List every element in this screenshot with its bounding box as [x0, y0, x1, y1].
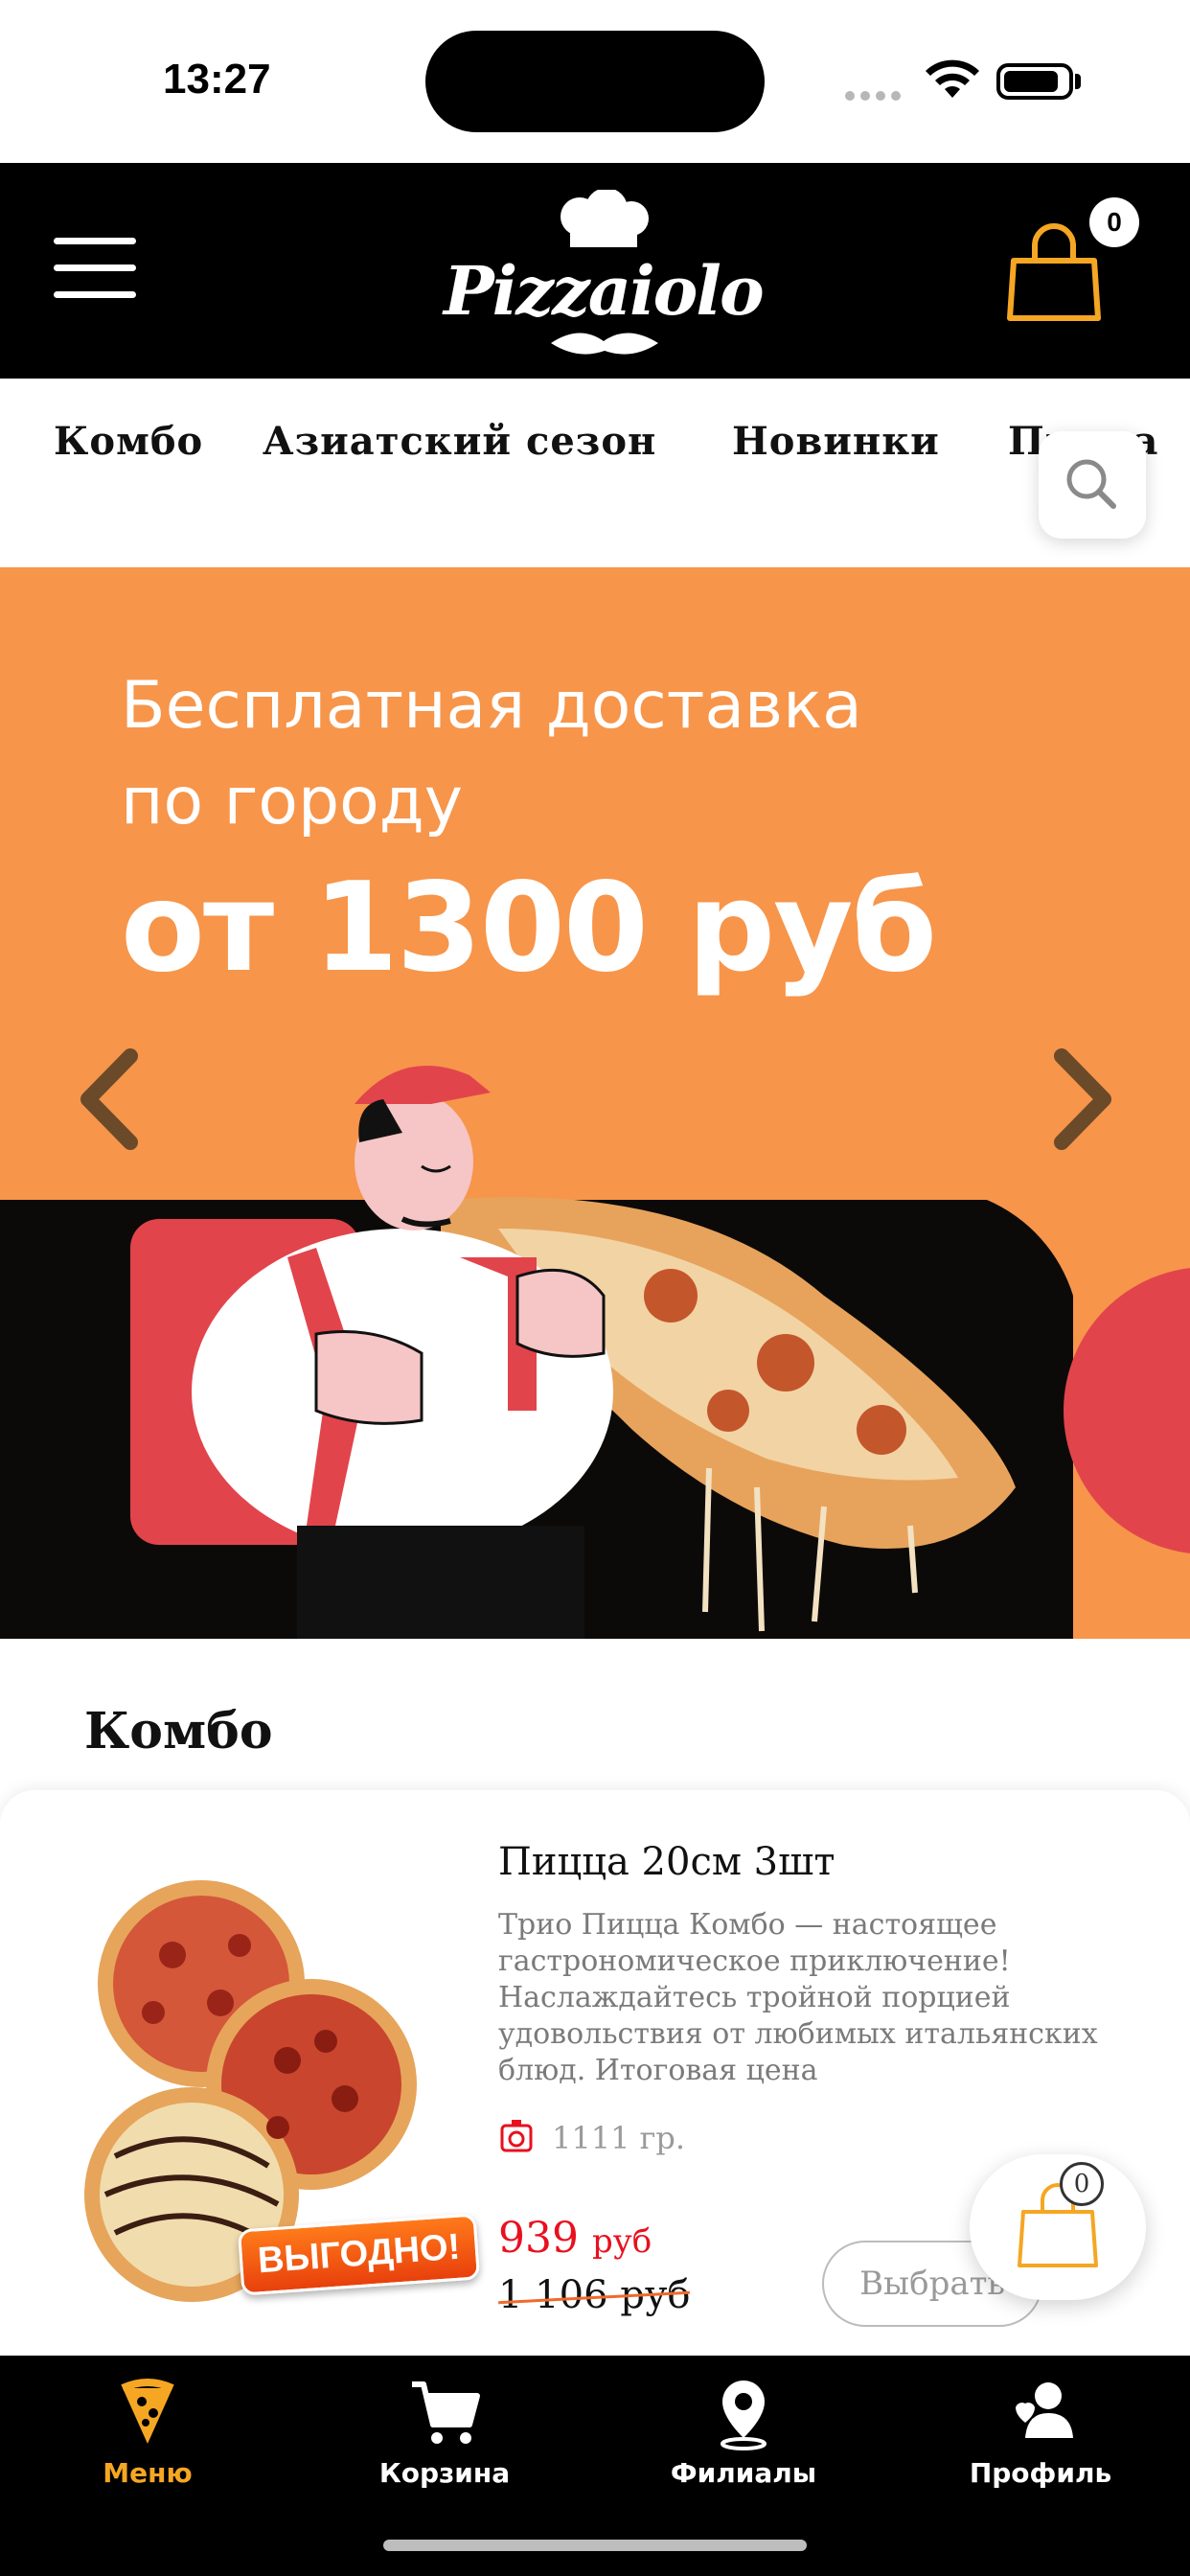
- tab-branches[interactable]: Филиалы: [629, 2375, 858, 2509]
- product-weight: 1111 гр.: [552, 2120, 686, 2156]
- tab-label: Филиалы: [670, 2457, 817, 2489]
- cart-icon: [1018, 2183, 1098, 2267]
- product-description: Трио Пицца Комбо — настоящее гастрономич…: [498, 1908, 1098, 2087]
- product-title[interactable]: Пицца 20см 3шт: [498, 1840, 835, 1884]
- cart-icon[interactable]: [1004, 218, 1104, 326]
- search-button[interactable]: [1039, 431, 1146, 539]
- banner-subline: по городу: [121, 764, 464, 840]
- product-old-price: 1 106 руб: [498, 2273, 691, 2317]
- banner-headline: Бесплатная доставка: [121, 668, 862, 744]
- banner-price: от 1300 руб: [121, 857, 937, 1000]
- logo-text: Pizzaiolo: [444, 251, 765, 331]
- tab-menu[interactable]: Меню: [33, 2375, 263, 2509]
- tab-label: Корзина: [378, 2457, 511, 2489]
- app-header: Pizzaiolo 0: [0, 163, 1190, 379]
- pizzaiolo-logo[interactable]: Pizzaiolo: [436, 188, 765, 362]
- menu-icon[interactable]: [54, 238, 136, 299]
- status-time: 13:27: [163, 56, 271, 103]
- floating-cart-count: 0: [1060, 2162, 1104, 2206]
- category-tabs: Комбо Азиатский сезон Новинки Пицца: [0, 379, 1190, 503]
- location-pin-icon: [721, 2380, 767, 2450]
- price-value: 939: [498, 2214, 579, 2263]
- status-bar: 13:27: [0, 0, 1190, 163]
- dynamic-island: [425, 31, 765, 132]
- cart-count-badge: 0: [1089, 197, 1139, 247]
- signal-icon: [845, 86, 906, 104]
- wifi-icon: [926, 59, 979, 98]
- cart-icon: [412, 2381, 480, 2444]
- section-title: Комбо: [84, 1702, 273, 1760]
- carousel-next-icon[interactable]: [1050, 1046, 1117, 1152]
- tab-cart[interactable]: Корзина: [330, 2375, 560, 2509]
- product-price: 939 руб: [498, 2214, 652, 2263]
- tab-label: Меню: [103, 2457, 193, 2489]
- scale-icon: [500, 2120, 533, 2152]
- promo-banner[interactable]: Бесплатная доставка по городу от 1300 ру…: [0, 567, 1190, 1639]
- battery-icon: [996, 63, 1073, 100]
- pizza-slice-icon: [121, 2379, 174, 2444]
- category-tab[interactable]: Комбо: [54, 419, 203, 464]
- search-icon: [1066, 459, 1116, 509]
- floating-cart-button[interactable]: [970, 2154, 1146, 2300]
- carousel-prev-icon[interactable]: [75, 1046, 142, 1152]
- category-tab[interactable]: Новинки: [732, 419, 940, 464]
- profile-icon: [1016, 2382, 1073, 2438]
- tab-label: Профиль: [969, 2457, 1112, 2489]
- tab-profile[interactable]: Профиль: [926, 2375, 1156, 2509]
- category-tab[interactable]: Азиатский сезон: [263, 419, 656, 464]
- price-unit: руб: [591, 2222, 652, 2261]
- home-indicator[interactable]: [383, 2540, 807, 2551]
